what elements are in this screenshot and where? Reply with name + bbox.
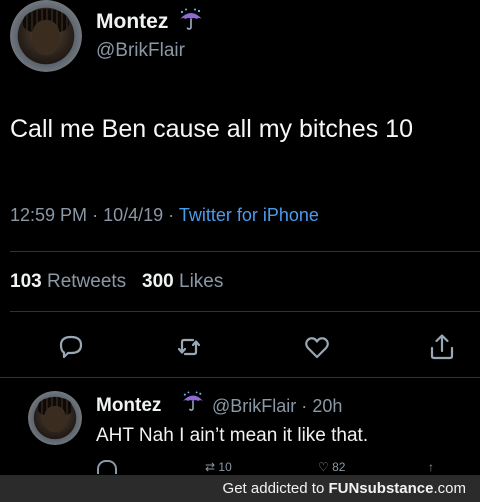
- reply-retweet-action[interactable]: ⇄ 10: [205, 460, 232, 474]
- watermark-prefix: Get addicted to: [222, 480, 329, 497]
- likes-stat[interactable]: 300 Likes: [142, 271, 223, 292]
- heart-icon: ♡: [318, 460, 329, 474]
- divider: [0, 377, 480, 378]
- retweets-label: Retweets: [46, 271, 127, 292]
- meta-separator: ·: [168, 205, 175, 225]
- retweet-count: 103: [10, 271, 42, 292]
- author-name[interactable]: Montez: [96, 10, 168, 34]
- author-handle[interactable]: @BrikFlair: [96, 40, 185, 62]
- tweet-time: 12:59 PM: [10, 205, 88, 225]
- retweets-stat[interactable]: 103 Retweets: [10, 271, 126, 292]
- meta-separator: ·: [92, 205, 99, 225]
- tweet-text: Call me Ben cause all my bitches 10: [10, 115, 413, 143]
- divider: [10, 311, 480, 312]
- like-count: 300: [142, 271, 174, 292]
- reply-author-avatar[interactable]: [28, 391, 82, 445]
- avatar-face: [31, 20, 61, 55]
- meta-separator: ·: [301, 396, 308, 416]
- avatar-face: [44, 406, 66, 433]
- watermark-brand: FUNsubstance: [328, 480, 434, 497]
- heart-icon[interactable]: [302, 332, 332, 362]
- tweet-metadata: 12:59 PM · 10/4/19 · Twitter for iPhone: [10, 205, 319, 226]
- likes-label: Likes: [179, 271, 224, 292]
- umbrella-rain-icon: [180, 8, 202, 30]
- retweet-icon: ⇄: [205, 460, 216, 474]
- reply-like-count: 82: [332, 460, 346, 474]
- reply-author-handle[interactable]: @BrikFlair: [212, 396, 296, 416]
- reply-share-icon[interactable]: ↑: [428, 460, 434, 474]
- reply-author-name[interactable]: Montez: [96, 395, 161, 417]
- tweet-date: 10/4/19: [103, 205, 164, 225]
- divider: [10, 251, 480, 252]
- watermark-text[interactable]: Get addicted to FUNsubstance.com: [223, 480, 466, 497]
- watermark-footer: Get addicted to FUNsubstance.com: [0, 475, 480, 502]
- reply-retweet-count: 10: [218, 460, 232, 474]
- reply-text: AHT Nah I ain’t mean it like that.: [96, 425, 369, 446]
- share-icon[interactable]: [427, 332, 457, 362]
- umbrella-rain-icon: [183, 391, 203, 411]
- tweet-source-link[interactable]: Twitter for iPhone: [179, 205, 319, 225]
- watermark-suffix: .com: [433, 480, 466, 497]
- reply-like-action[interactable]: ♡ 82: [318, 460, 345, 474]
- reply-reply-icon[interactable]: [97, 460, 117, 474]
- reply-icon[interactable]: [56, 332, 86, 362]
- tweet-stats: 103 Retweets 300 Likes: [10, 271, 223, 293]
- author-avatar[interactable]: [10, 0, 82, 72]
- reply-age: 20h: [312, 396, 343, 416]
- reply-meta: @BrikFlair · 20h: [212, 396, 342, 417]
- retweet-icon[interactable]: [174, 332, 204, 362]
